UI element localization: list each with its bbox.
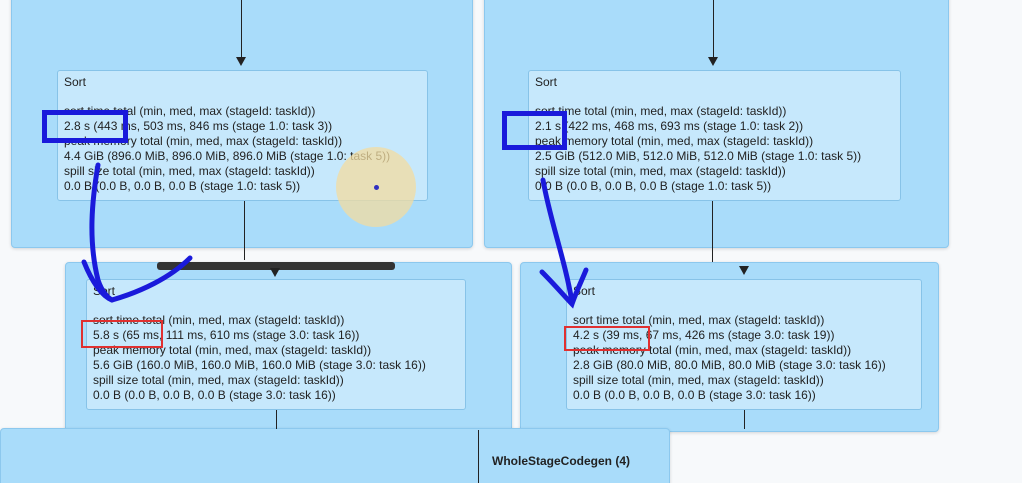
annotation-arrows (81, 162, 589, 309)
spark-sql-dag-canvas: Sort sort time total (min, med, max (sta… (0, 0, 1022, 483)
hand-drawn-arrow-right (540, 177, 575, 305)
